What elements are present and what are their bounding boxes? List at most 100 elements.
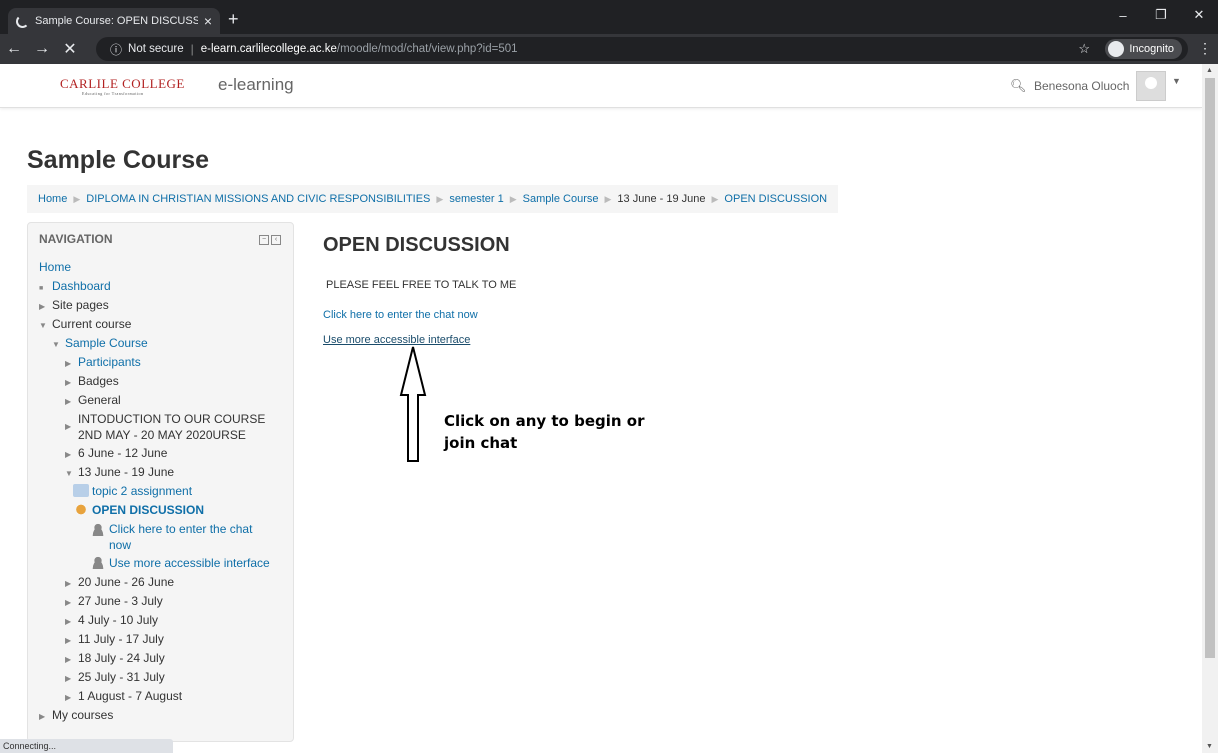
- chat-icon: [73, 503, 89, 516]
- expand-arrow-icon[interactable]: ▶: [65, 612, 78, 631]
- browser-status-bar: Connecting...: [0, 739, 173, 753]
- user-icon: [90, 523, 106, 536]
- user-menu-caret-icon[interactable]: ▼: [1172, 76, 1181, 86]
- incognito-label: Incognito: [1129, 43, 1174, 55]
- nav-item-current-course[interactable]: Current course: [52, 317, 131, 331]
- site-brand[interactable]: e-learning: [218, 75, 294, 95]
- collapse-arrow-icon[interactable]: ▼: [39, 316, 52, 335]
- incognito-badge[interactable]: Incognito: [1105, 39, 1182, 59]
- nav-item-intro-section[interactable]: INTODUCTION TO OUR COURSE 2ND MAY - 20 M…: [78, 411, 268, 443]
- logo-tagline: Educating for Transformation: [82, 91, 144, 96]
- expand-arrow-icon[interactable]: ▶: [65, 669, 78, 688]
- expand-arrow-icon[interactable]: ▶: [39, 297, 52, 316]
- enter-chat-link[interactable]: Click here to enter the chat now: [323, 309, 478, 321]
- tab-close-icon[interactable]: ×: [204, 13, 212, 29]
- nav-item-week-6-june[interactable]: 6 June - 12 June: [78, 446, 167, 460]
- nav-item-week[interactable]: 1 August - 7 August: [78, 689, 182, 703]
- back-button[interactable]: ←: [0, 40, 28, 58]
- forward-button[interactable]: →: [28, 40, 56, 58]
- url-path: /moodle/mod/chat/view.php?id=501: [336, 43, 518, 55]
- avatar[interactable]: [1136, 71, 1166, 101]
- close-window-icon[interactable]: ✕: [1180, 0, 1218, 30]
- nav-item-general[interactable]: General: [78, 393, 121, 407]
- breadcrumb-program[interactable]: DIPLOMA IN CHRISTIAN MISSIONS AND CIVIC …: [86, 193, 430, 205]
- nav-item-my-courses[interactable]: My courses: [52, 708, 113, 722]
- breadcrumb-week[interactable]: 13 June - 19 June: [617, 193, 705, 205]
- info-icon[interactable]: ⓘ: [110, 41, 122, 58]
- browser-tab-strip: Sample Course: OPEN DISCUSSIO × + – ❐ ✕: [0, 0, 1218, 34]
- breadcrumb-semester[interactable]: semester 1: [449, 193, 503, 205]
- expand-arrow-icon[interactable]: ▶: [65, 631, 78, 650]
- accessible-interface-link[interactable]: Use more accessible interface: [323, 334, 470, 346]
- url-host: e-learn.carlilecollege.ac.ke: [200, 43, 337, 55]
- security-label: Not secure: [128, 43, 184, 55]
- nav-item-week[interactable]: 25 July - 31 July: [78, 670, 165, 684]
- annotation-arrow-icon: [399, 346, 427, 462]
- expand-arrow-icon[interactable]: ▶: [65, 373, 78, 392]
- new-tab-button[interactable]: +: [228, 9, 239, 30]
- expand-arrow-icon[interactable]: ▶: [65, 354, 78, 373]
- breadcrumb-separator-icon: ▶: [73, 193, 81, 204]
- nav-item-open-discussion[interactable]: OPEN DISCUSSION: [92, 503, 204, 517]
- bookmark-star-icon[interactable]: ☆: [1078, 41, 1090, 57]
- nav-item-home[interactable]: Home: [39, 260, 71, 274]
- collapse-block-icon[interactable]: −: [259, 235, 269, 245]
- breadcrumb-home[interactable]: Home: [38, 193, 67, 205]
- nav-item-enter-chat[interactable]: Click here to enter the chat now: [109, 521, 259, 553]
- logo-text: CARLILE COLLEGE: [60, 76, 185, 91]
- nav-item-week[interactable]: 11 July - 17 July: [78, 632, 164, 646]
- expand-arrow-icon[interactable]: ▶: [39, 707, 52, 726]
- expand-arrow-icon[interactable]: ▶: [65, 650, 78, 669]
- browser-toolbar: ← → ✕ ⓘ Not secure | e-learn.carlilecoll…: [0, 34, 1218, 64]
- expand-arrow-icon[interactable]: ▶: [65, 445, 78, 464]
- breadcrumb-separator-icon: ▶: [509, 193, 517, 204]
- annotation-line: join chat: [444, 434, 518, 452]
- nav-item-sample-course[interactable]: Sample Course: [65, 336, 148, 350]
- nav-item-week[interactable]: 18 July - 24 July: [78, 651, 165, 665]
- collapse-arrow-icon[interactable]: ▼: [65, 464, 78, 483]
- incognito-icon: [1108, 41, 1125, 57]
- nav-item-week-13-june[interactable]: 13 June - 19 June: [78, 465, 174, 479]
- browser-tab[interactable]: Sample Course: OPEN DISCUSSIO ×: [8, 8, 220, 34]
- nav-item-week[interactable]: 27 June - 3 July: [78, 594, 163, 608]
- restore-icon[interactable]: ❐: [1142, 0, 1180, 30]
- minimize-icon[interactable]: –: [1104, 0, 1142, 30]
- annotation-line: Click on any to begin or: [444, 412, 645, 430]
- scroll-down-icon[interactable]: ▼: [1206, 743, 1213, 750]
- collapse-arrow-icon[interactable]: ▼: [52, 335, 65, 354]
- activity-title: OPEN DISCUSSION: [323, 234, 510, 256]
- expand-arrow-icon[interactable]: ▶: [65, 392, 78, 411]
- nav-item-accessible-interface[interactable]: Use more accessible interface: [109, 556, 270, 570]
- breadcrumb-separator-icon: ▶: [711, 193, 719, 204]
- expand-arrow-icon[interactable]: ▶: [65, 419, 78, 435]
- stop-button[interactable]: ✕: [56, 39, 84, 59]
- address-bar[interactable]: ⓘ Not secure | e-learn.carlilecollege.ac…: [96, 37, 1188, 61]
- page-title: Sample Course: [27, 146, 210, 174]
- breadcrumb-activity[interactable]: OPEN DISCUSSION: [724, 193, 827, 205]
- navigation-tree: Home ■ Dashboard ▶ Site pages ▼ Current cou…: [39, 258, 289, 725]
- scrollbar-thumb[interactable]: [1205, 78, 1215, 658]
- nav-item-week[interactable]: 4 July - 10 July: [78, 613, 158, 627]
- nav-item-site-pages[interactable]: Site pages: [52, 298, 109, 312]
- nav-item-participants[interactable]: Participants: [78, 355, 141, 369]
- expand-arrow-icon[interactable]: ▶: [65, 688, 78, 707]
- navigation-heading: NAVIGATION: [39, 232, 113, 246]
- scroll-up-icon[interactable]: ▲: [1206, 67, 1213, 74]
- expand-arrow-icon[interactable]: ▶: [65, 574, 78, 593]
- nav-item-dashboard[interactable]: Dashboard: [52, 279, 111, 293]
- block-controls: − ‹: [257, 235, 281, 245]
- search-icon[interactable]: 🔍︎: [1010, 78, 1027, 94]
- breadcrumb-course[interactable]: Sample Course: [523, 193, 599, 205]
- expand-arrow-icon[interactable]: ▶: [65, 593, 78, 612]
- activity-intro: PLEASE FEEL FREE TO TALK TO ME: [326, 279, 517, 291]
- page-scrollbar[interactable]: ▲ ▼: [1202, 64, 1218, 753]
- nav-item-topic2-assignment[interactable]: topic 2 assignment: [92, 484, 192, 498]
- nav-item-badges[interactable]: Badges: [78, 374, 119, 388]
- window-controls: – ❐ ✕: [1104, 0, 1218, 30]
- browser-menu-icon[interactable]: ⋮: [1198, 40, 1212, 57]
- breadcrumb-separator-icon: ▶: [436, 193, 444, 204]
- dock-block-icon[interactable]: ‹: [271, 235, 281, 245]
- site-logo[interactable]: CARLILE COLLEGE Educating for Transforma…: [60, 76, 185, 96]
- user-name[interactable]: Benesona Oluoch: [1034, 79, 1129, 93]
- nav-item-week[interactable]: 20 June - 26 June: [78, 575, 174, 589]
